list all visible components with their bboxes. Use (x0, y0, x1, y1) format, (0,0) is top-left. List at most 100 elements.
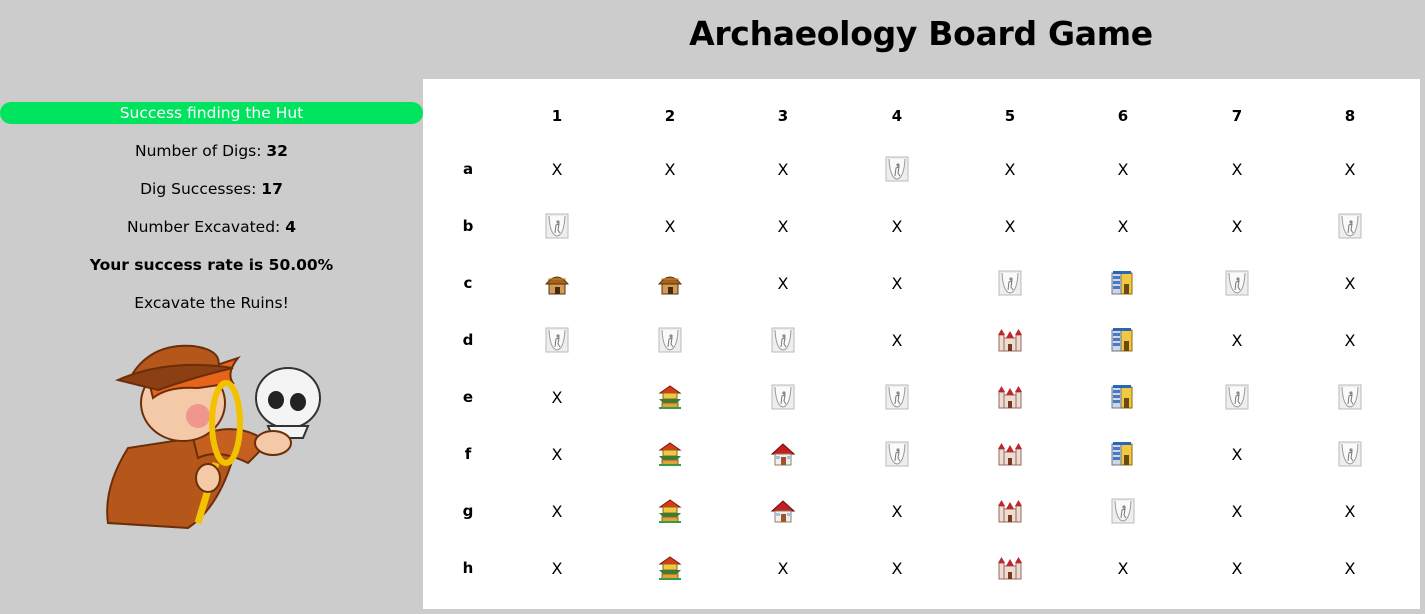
board-cell-f1[interactable]: X (527, 434, 587, 474)
board-cell-c1[interactable] (527, 263, 587, 303)
board-cell-d8[interactable]: X (1320, 320, 1380, 360)
successes-stat: Dig Successes: 17 (0, 170, 423, 208)
instruction-text: Excavate the Ruins! (134, 294, 289, 312)
board-cell-d5[interactable] (980, 320, 1040, 360)
shop-building-icon (1110, 384, 1136, 410)
hut-icon (544, 270, 570, 296)
board-cell-f4[interactable] (867, 434, 927, 474)
board-cell-c7[interactable] (1207, 263, 1267, 303)
board-cell-d6[interactable] (1093, 320, 1153, 360)
board-cell-a5[interactable]: X (980, 149, 1040, 189)
board-cell-b3[interactable]: X (753, 206, 813, 246)
explorer-mascot-icon (98, 338, 328, 533)
board-cell-c5[interactable] (980, 263, 1040, 303)
board-cell-d2[interactable] (640, 320, 700, 360)
digs-value: 32 (266, 142, 288, 160)
board-cell-f6[interactable] (1093, 434, 1153, 474)
success-rate: Your success rate is 50.00% (89, 256, 334, 274)
excavated-hole-icon (1224, 384, 1250, 410)
board-cell-c6[interactable] (1093, 263, 1153, 303)
board-cell-h1[interactable]: X (527, 548, 587, 588)
board-cell-b4[interactable]: X (867, 206, 927, 246)
excavated-hole-icon (1337, 213, 1363, 239)
castle-icon (997, 441, 1023, 467)
board-cell-h5[interactable] (980, 548, 1040, 588)
board-cell-e7[interactable] (1207, 377, 1267, 417)
board-cell-e1[interactable]: X (527, 377, 587, 417)
board-cell-c4[interactable]: X (867, 263, 927, 303)
excavated-hole-icon (997, 270, 1023, 296)
excavated-hole-icon (1110, 498, 1136, 524)
row-header-h: h (462, 559, 474, 577)
board-cell-f8[interactable] (1320, 434, 1380, 474)
board-cell-d7[interactable]: X (1207, 320, 1267, 360)
board-cell-a8[interactable]: X (1320, 149, 1380, 189)
board-cell-a2[interactable]: X (640, 149, 700, 189)
board-cell-h7[interactable]: X (1207, 548, 1267, 588)
board-cell-b1[interactable] (527, 206, 587, 246)
board-cell-b5[interactable]: X (980, 206, 1040, 246)
board-cell-f7[interactable]: X (1207, 434, 1267, 474)
shop-building-icon (1110, 441, 1136, 467)
board-cell-c8[interactable]: X (1320, 263, 1380, 303)
board-cell-h3[interactable]: X (753, 548, 813, 588)
column-header-4: 4 (891, 107, 903, 125)
board-cell-e8[interactable] (1320, 377, 1380, 417)
board-cell-g2[interactable] (640, 491, 700, 531)
successes-label: Dig Successes: (140, 180, 262, 198)
board-cell-e6[interactable] (1093, 377, 1153, 417)
board-cell-d3[interactable] (753, 320, 813, 360)
board-cell-h2[interactable] (640, 548, 700, 588)
board-cell-d4[interactable]: X (867, 320, 927, 360)
board-cell-a7[interactable]: X (1207, 149, 1267, 189)
board-cell-b2[interactable]: X (640, 206, 700, 246)
board-cell-e2[interactable] (640, 377, 700, 417)
board-cell-e5[interactable] (980, 377, 1040, 417)
excavated-stat: Number Excavated: 4 (0, 208, 423, 246)
board-cell-e3[interactable] (753, 377, 813, 417)
board-cell-h8[interactable]: X (1320, 548, 1380, 588)
board-cell-g3[interactable] (753, 491, 813, 531)
shop-building-icon (1110, 327, 1136, 353)
board-cell-a3[interactable]: X (753, 149, 813, 189)
board-cell-a4[interactable] (867, 149, 927, 189)
digs-stat: Number of Digs: 32 (0, 132, 423, 170)
castle-icon (997, 498, 1023, 524)
house-icon (770, 441, 796, 467)
board-cell-g4[interactable]: X (867, 491, 927, 531)
board-cell-a6[interactable]: X (1093, 149, 1153, 189)
board-cell-g6[interactable] (1093, 491, 1153, 531)
column-header-2: 2 (664, 107, 676, 125)
board-cell-g1[interactable]: X (527, 491, 587, 531)
hut-icon (657, 270, 683, 296)
board-cell-e4[interactable] (867, 377, 927, 417)
board-cell-c2[interactable] (640, 263, 700, 303)
excavated-hole-icon (770, 384, 796, 410)
row-header-a: a (462, 160, 474, 178)
temple-icon (657, 384, 683, 410)
board-cell-f2[interactable] (640, 434, 700, 474)
row-header-c: c (463, 274, 473, 292)
digs-label: Number of Digs: (135, 142, 267, 160)
board-cell-g8[interactable]: X (1320, 491, 1380, 531)
board-cell-g7[interactable]: X (1207, 491, 1267, 531)
row-header-b: b (462, 217, 474, 235)
board-cell-b7[interactable]: X (1207, 206, 1267, 246)
excavated-hole-icon (884, 441, 910, 467)
excavated-hole-icon (1224, 270, 1250, 296)
row-header-d: d (462, 331, 474, 349)
board-cell-b8[interactable] (1320, 206, 1380, 246)
board-cell-g5[interactable] (980, 491, 1040, 531)
board-cell-h6[interactable]: X (1093, 548, 1153, 588)
row-header-e: e (462, 388, 474, 406)
board-cell-c3[interactable]: X (753, 263, 813, 303)
board-cell-f5[interactable] (980, 434, 1040, 474)
board-cell-a1[interactable]: X (527, 149, 587, 189)
column-header-7: 7 (1231, 107, 1243, 125)
board-cell-d1[interactable] (527, 320, 587, 360)
board-cell-b6[interactable]: X (1093, 206, 1153, 246)
board-cell-h4[interactable]: X (867, 548, 927, 588)
excavated-hole-icon (1337, 384, 1363, 410)
board-cell-f3[interactable] (753, 434, 813, 474)
column-header-6: 6 (1117, 107, 1129, 125)
